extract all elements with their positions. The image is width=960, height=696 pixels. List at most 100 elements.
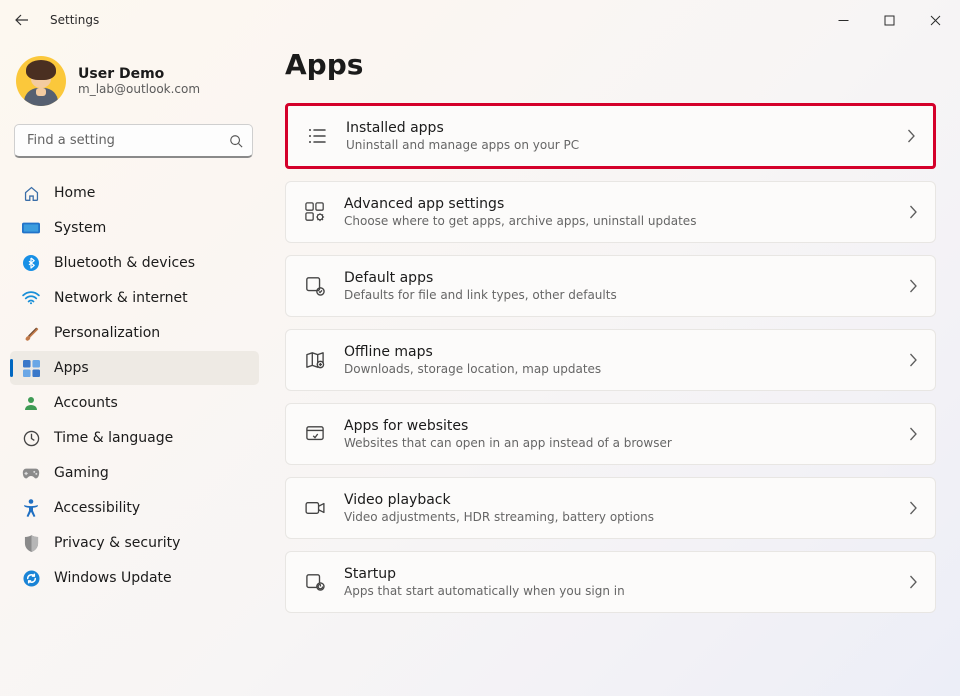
card-desc: Choose where to get apps, archive apps, … — [344, 214, 891, 228]
chevron-right-icon — [907, 129, 915, 143]
sidebar-item-label: Home — [54, 185, 95, 201]
card-list: Installed apps Uninstall and manage apps… — [285, 103, 936, 613]
page-title: Apps — [285, 48, 936, 81]
chevron-right-icon — [909, 575, 917, 589]
sidebar-item-label: System — [54, 220, 106, 236]
search-input[interactable] — [14, 124, 253, 158]
card-desc: Websites that can open in an app instead… — [344, 436, 891, 450]
card-default-apps[interactable]: Default apps Defaults for file and link … — [285, 255, 936, 317]
card-desc: Apps that start automatically when you s… — [344, 584, 891, 598]
card-desc: Uninstall and manage apps on your PC — [346, 138, 889, 152]
main: Apps Installed apps Uninstall and manage… — [265, 40, 960, 696]
sidebar-item-label: Network & internet — [54, 290, 188, 306]
card-installed-apps[interactable]: Installed apps Uninstall and manage apps… — [285, 103, 936, 169]
update-icon — [22, 570, 40, 587]
close-icon — [930, 15, 941, 26]
apps-icon — [22, 360, 40, 377]
card-desc: Downloads, storage location, map updates — [344, 362, 891, 376]
card-startup[interactable]: Startup Apps that start automatically wh… — [285, 551, 936, 613]
wifi-icon — [22, 291, 40, 305]
user-name: User Demo — [78, 66, 200, 82]
card-text: Advanced app settings Choose where to ge… — [344, 196, 891, 228]
person-icon — [22, 395, 40, 411]
back-button[interactable] — [8, 6, 36, 34]
minimize-icon — [838, 15, 849, 26]
minimize-button[interactable] — [820, 0, 866, 40]
card-text: Installed apps Uninstall and manage apps… — [346, 120, 889, 152]
card-advanced-app-settings[interactable]: Advanced app settings Choose where to ge… — [285, 181, 936, 243]
search-wrap — [14, 124, 253, 158]
sidebar-item-gaming[interactable]: Gaming — [10, 456, 259, 490]
maximize-button[interactable] — [866, 0, 912, 40]
sidebar-item-label: Privacy & security — [54, 535, 180, 551]
sidebar-item-label: Time & language — [54, 430, 173, 446]
map-icon — [304, 351, 326, 369]
chevron-right-icon — [909, 501, 917, 515]
maximize-icon — [884, 15, 895, 26]
card-text: Offline maps Downloads, storage location… — [344, 344, 891, 376]
titlebar: Settings — [0, 0, 960, 40]
sidebar-item-label: Windows Update — [54, 570, 172, 586]
sidebar-item-label: Bluetooth & devices — [54, 255, 195, 271]
sidebar-item-system[interactable]: System — [10, 211, 259, 245]
sidebar-item-label: Accessibility — [54, 500, 140, 516]
chevron-right-icon — [909, 279, 917, 293]
card-desc: Video adjustments, HDR streaming, batter… — [344, 510, 891, 524]
card-title: Startup — [344, 566, 891, 582]
sidebar-item-time[interactable]: Time & language — [10, 421, 259, 455]
sidebar-item-apps[interactable]: Apps — [10, 351, 259, 385]
arrow-left-icon — [14, 12, 30, 28]
card-desc: Defaults for file and link types, other … — [344, 288, 891, 302]
brush-icon — [22, 325, 40, 342]
card-title: Video playback — [344, 492, 891, 508]
video-icon — [304, 500, 326, 516]
home-icon — [22, 185, 40, 202]
accessibility-icon — [22, 499, 40, 517]
avatar — [16, 56, 66, 106]
sidebar-item-label: Accounts — [54, 395, 118, 411]
system-icon — [22, 221, 40, 235]
card-offline-maps[interactable]: Offline maps Downloads, storage location… — [285, 329, 936, 391]
sidebar-item-update[interactable]: Windows Update — [10, 561, 259, 595]
startup-icon — [304, 573, 326, 591]
card-text: Default apps Defaults for file and link … — [344, 270, 891, 302]
close-button[interactable] — [912, 0, 958, 40]
chevron-right-icon — [909, 427, 917, 441]
bluetooth-icon — [22, 255, 40, 271]
list-icon — [306, 127, 328, 145]
default-apps-icon — [304, 276, 326, 296]
user-block[interactable]: User Demo m_lab@outlook.com — [10, 52, 259, 124]
card-text: Startup Apps that start automatically wh… — [344, 566, 891, 598]
sidebar-item-accessibility[interactable]: Accessibility — [10, 491, 259, 525]
sidebar-item-accounts[interactable]: Accounts — [10, 386, 259, 420]
card-text: Video playback Video adjustments, HDR st… — [344, 492, 891, 524]
window-controls — [820, 0, 958, 40]
titlebar-left: Settings — [8, 6, 99, 34]
user-info: User Demo m_lab@outlook.com — [78, 66, 200, 96]
chevron-right-icon — [909, 205, 917, 219]
card-title: Installed apps — [346, 120, 889, 136]
shield-icon — [22, 535, 40, 552]
browser-app-icon — [304, 425, 326, 443]
sidebar-item-privacy[interactable]: Privacy & security — [10, 526, 259, 560]
sidebar-item-label: Apps — [54, 360, 89, 376]
user-email: m_lab@outlook.com — [78, 82, 200, 96]
sidebar-item-home[interactable]: Home — [10, 176, 259, 210]
sidebar-item-bluetooth[interactable]: Bluetooth & devices — [10, 246, 259, 280]
nav: Home System Bluetooth & devices Network … — [10, 176, 259, 595]
sidebar-item-network[interactable]: Network & internet — [10, 281, 259, 315]
card-video-playback[interactable]: Video playback Video adjustments, HDR st… — [285, 477, 936, 539]
window-title: Settings — [50, 13, 99, 27]
card-apps-for-websites[interactable]: Apps for websites Websites that can open… — [285, 403, 936, 465]
clock-globe-icon — [22, 430, 40, 447]
search-icon — [229, 134, 243, 148]
sidebar-item-label: Personalization — [54, 325, 160, 341]
card-text: Apps for websites Websites that can open… — [344, 418, 891, 450]
sidebar-item-personalization[interactable]: Personalization — [10, 316, 259, 350]
apps-gear-icon — [304, 202, 326, 222]
card-title: Default apps — [344, 270, 891, 286]
chevron-right-icon — [909, 353, 917, 367]
card-title: Advanced app settings — [344, 196, 891, 212]
sidebar-item-label: Gaming — [54, 465, 109, 481]
sidebar: User Demo m_lab@outlook.com Home System … — [0, 40, 265, 696]
